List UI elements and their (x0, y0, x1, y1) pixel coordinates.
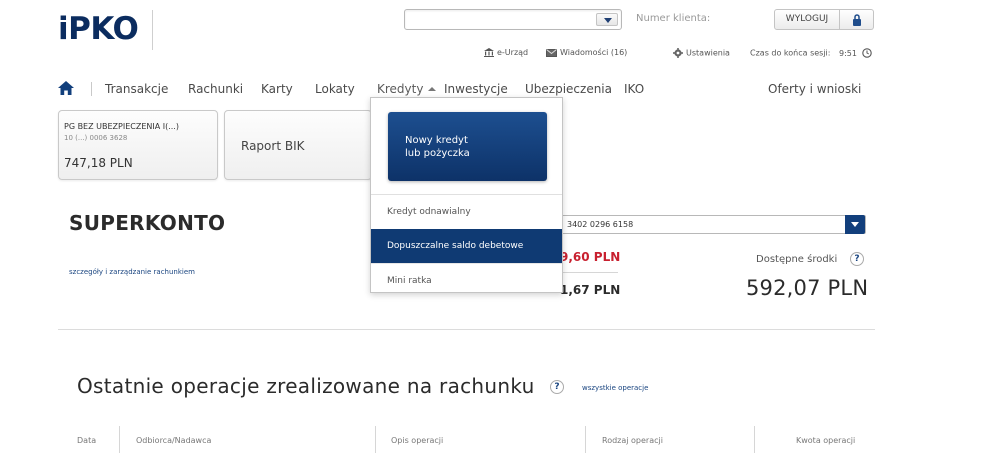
column-separator (585, 426, 586, 453)
account-tile[interactable]: PG BEZ UBEZPIECZENIA I(...) 10 (...) 000… (58, 110, 218, 180)
tile-label: Raport BIK (241, 139, 305, 153)
nav-item-transakcje[interactable]: Transakcje (105, 82, 168, 96)
balance-divider (560, 272, 618, 273)
tile-account-name: PG BEZ UBEZPIECZENIA I(...) (64, 122, 179, 131)
nav-item-kredyty[interactable]: Kredyty (377, 82, 437, 96)
tile-account-number: 10 (...) 0006 3628 (64, 134, 128, 142)
nav-item-karty[interactable]: Karty (261, 82, 293, 96)
tile-account-balance: 747,18 PLN (64, 156, 133, 170)
client-number-label: Numer klienta: (636, 13, 711, 24)
logo-divider (152, 10, 153, 50)
nav-item-iko[interactable]: IKO (624, 82, 644, 96)
menu-item-mini-ratka[interactable]: Mini ratka (371, 263, 562, 297)
menu-item-kredyt-odnawialny[interactable]: Kredyt odnawialny (371, 195, 562, 229)
column-header-amount[interactable]: Kwota operacji (796, 436, 855, 445)
section-divider (58, 329, 875, 330)
new-loan-button[interactable]: Nowy kredyt lub pożyczka (388, 112, 547, 181)
column-header-type[interactable]: Rodzaj operacji (602, 436, 663, 445)
lock-icon (853, 14, 861, 26)
available-funds-label: Dostępne środki (756, 254, 838, 265)
e-urzad-link[interactable]: e-Urząd (484, 48, 528, 57)
home-icon[interactable] (58, 81, 74, 95)
client-select[interactable] (404, 9, 622, 30)
logout-button[interactable]: WYLOGUJ (774, 9, 840, 30)
column-separator (754, 426, 755, 453)
account-title: SUPERKONTO (69, 211, 226, 235)
chevron-down-icon[interactable] (845, 215, 865, 234)
all-operations-link[interactable]: wszystkie operacje (582, 384, 648, 392)
balance-value: 1,67 PLN (560, 283, 621, 297)
nav-separator (91, 82, 92, 96)
lock-button[interactable] (840, 9, 874, 30)
raport-bik-tile[interactable]: Raport BIK (224, 110, 372, 180)
balance-negative: 9,60 PLN (560, 250, 621, 264)
settings-link[interactable]: Ustawienia (673, 48, 730, 58)
account-details-link[interactable]: szczegóły i zarządzanie rachunkiem (69, 268, 195, 276)
messages-link[interactable]: Wiadomości (16) (546, 48, 627, 57)
envelope-icon (546, 48, 557, 57)
nav-item-rachunki[interactable]: Rachunki (188, 82, 243, 96)
column-header-recipient[interactable]: Odbiorca/Nadawca (136, 436, 211, 445)
pko-logo[interactable]: iPKO (58, 11, 139, 47)
session-timer: Czas do końca sesji: 9:51 (750, 48, 875, 58)
help-icon[interactable]: ? (550, 380, 564, 394)
nav-item-oferty[interactable]: Oferty i wnioski (768, 82, 861, 96)
column-header-date[interactable]: Data (77, 436, 96, 445)
column-header-description[interactable]: Opis operacji (391, 436, 443, 445)
nav-item-inwestycje[interactable]: Inwestycje (444, 82, 508, 96)
available-funds-amount: 592,07 PLN (746, 276, 869, 300)
caret-up-icon (428, 86, 437, 91)
column-separator (119, 426, 120, 453)
kredyty-dropdown: Nowy kredyt lub pożyczka Kredyt odnawial… (370, 97, 563, 293)
chevron-down-icon[interactable] (596, 13, 618, 26)
account-select[interactable]: 3402 0296 6158 (560, 215, 866, 234)
account-number: 3402 0296 6158 (567, 220, 634, 229)
nav-item-lokaty[interactable]: Lokaty (315, 82, 355, 96)
menu-item-saldo-debetowe[interactable]: Dopuszczalne saldo debetowe (371, 229, 562, 263)
help-icon[interactable]: ? (850, 252, 864, 266)
gear-icon (673, 48, 683, 58)
operations-title: Ostatnie operacje zrealizowane na rachun… (77, 374, 535, 398)
nav-item-ubezpieczenia[interactable]: Ubezpieczenia (525, 82, 612, 96)
building-icon (484, 48, 494, 57)
session-time: 9:51 (839, 48, 857, 58)
column-separator (375, 426, 376, 453)
clock-icon[interactable] (861, 48, 872, 58)
new-loan-label: Nowy kredyt lub pożyczka (405, 135, 470, 159)
